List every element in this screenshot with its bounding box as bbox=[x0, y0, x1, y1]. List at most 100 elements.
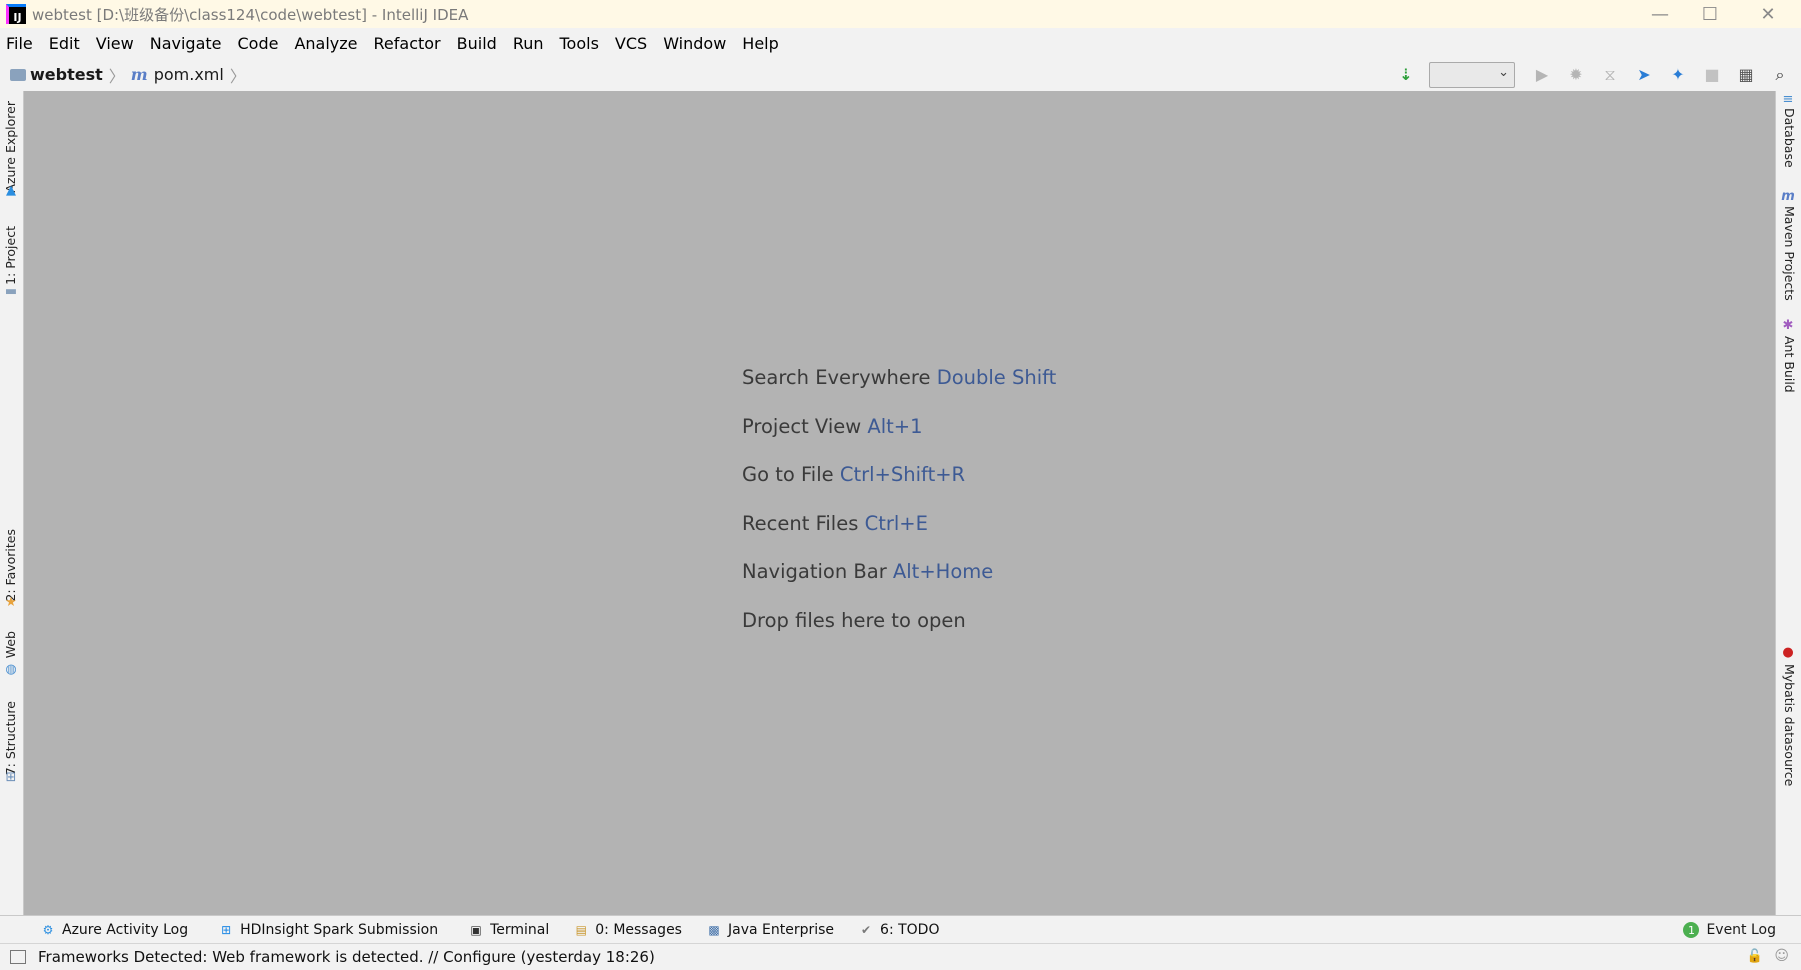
tool-event-log[interactable]: 1 Event Log bbox=[1683, 916, 1776, 944]
status-message[interactable]: Frameworks Detected: Web framework is de… bbox=[38, 948, 655, 966]
windows-icon: ⊞ bbox=[221, 923, 232, 937]
tab-azure-explorer[interactable]: Azure Explorer bbox=[3, 101, 18, 193]
star-icon: ★ bbox=[5, 594, 17, 610]
menu-help[interactable]: Help bbox=[734, 34, 786, 53]
intellij-logo-icon: IJ bbox=[6, 4, 26, 24]
tool-label: HDInsight Spark Submission bbox=[240, 922, 439, 938]
minimize-button[interactable]: — bbox=[1637, 0, 1683, 28]
web-globe-icon: ◍ bbox=[5, 661, 17, 677]
project-structure-icon[interactable]: ▦ bbox=[1733, 62, 1759, 88]
right-tool-strip: ≡ Database m Maven Projects ✱ Ant Build … bbox=[1775, 91, 1801, 915]
messages-icon: ▤ bbox=[575, 923, 587, 937]
menu-analyze[interactable]: Analyze bbox=[286, 34, 365, 53]
hint-search-everywhere: Search Everywhere Double Shift bbox=[742, 354, 1056, 403]
maven-icon: m bbox=[1781, 188, 1795, 204]
tool-windows-toggle-icon[interactable] bbox=[10, 950, 26, 964]
bottom-tool-bar: ⚙ Azure Activity Log ⊞ HDInsight Spark S… bbox=[0, 915, 1801, 944]
build-project-icon[interactable]: ⇣ bbox=[1393, 62, 1419, 88]
tab-database[interactable]: Database bbox=[1782, 108, 1797, 168]
java-enterprise-icon: ▩ bbox=[708, 923, 720, 937]
hector-inspector-icon[interactable]: ☺ bbox=[1774, 948, 1789, 964]
database-icon: ≡ bbox=[1782, 91, 1794, 107]
run-icon[interactable]: ▶ bbox=[1529, 62, 1555, 88]
editor-hints: Search Everywhere Double Shift Project V… bbox=[742, 354, 1056, 646]
event-log-badge: 1 bbox=[1683, 922, 1700, 938]
hint-text: Go to File bbox=[742, 463, 834, 487]
editor-empty-area[interactable]: Search Everywhere Double Shift Project V… bbox=[24, 91, 1775, 915]
menu-tools[interactable]: Tools bbox=[552, 34, 607, 53]
hint-project-view: Project View Alt+1 bbox=[742, 403, 1056, 452]
tool-label: Terminal bbox=[490, 922, 550, 938]
coverage-icon[interactable]: ⧖ bbox=[1597, 62, 1623, 88]
run-configuration-select[interactable]: ⌄ bbox=[1429, 61, 1515, 88]
breadcrumb-file[interactable]: pom.xml bbox=[154, 65, 224, 84]
tab-maven-projects[interactable]: Maven Projects bbox=[1782, 206, 1797, 301]
project-folder-icon bbox=[10, 68, 26, 81]
main-toolbar: ⇣ ⌄ ▶ ✹ ⧖ ➤ ✦ ■ ▦ ⌕ bbox=[1389, 58, 1801, 91]
window-title: webtest [D:\班级备份\class124\code\webtest] … bbox=[32, 5, 469, 24]
maximize-button[interactable]: ☐ bbox=[1687, 0, 1733, 28]
tab-web[interactable]: Web bbox=[3, 631, 18, 658]
menu-navigate[interactable]: Navigate bbox=[142, 34, 230, 53]
stop-icon[interactable]: ■ bbox=[1699, 62, 1725, 88]
breadcrumb: webtest 〉 m pom.xml 〉 bbox=[0, 63, 252, 87]
tool-java-enterprise[interactable]: ▩ Java Enterprise bbox=[706, 922, 834, 938]
azure-deploy-icon[interactable]: ➤ bbox=[1631, 62, 1657, 88]
search-icon[interactable]: ⌕ bbox=[1767, 62, 1793, 88]
tab-mybatis-datasource[interactable]: Mybatis datasource bbox=[1782, 664, 1797, 786]
hint-text: Project View bbox=[742, 414, 862, 438]
hint-text: Navigation Bar bbox=[742, 560, 887, 584]
tool-messages[interactable]: ▤ 0: Messages bbox=[573, 922, 682, 938]
debug-icon[interactable]: ✹ bbox=[1563, 62, 1589, 88]
hint-shortcut: Alt+1 bbox=[867, 414, 923, 438]
menu-vcs[interactable]: VCS bbox=[607, 34, 655, 53]
hint-text: Search Everywhere bbox=[742, 366, 931, 389]
azure-icon: ▲ bbox=[6, 182, 16, 198]
project-folder-icon: ▬ bbox=[4, 283, 18, 299]
hint-text: Recent Files bbox=[742, 511, 859, 535]
lock-icon[interactable]: 🔓 bbox=[1747, 949, 1763, 964]
menu-build[interactable]: Build bbox=[449, 34, 505, 53]
navigation-bar: webtest 〉 m pom.xml 〉 ⇣ ⌄ ▶ ✹ ⧖ ➤ ✦ ■ ▦ … bbox=[0, 58, 1801, 92]
hint-go-to-file: Go to File Ctrl+Shift+R bbox=[742, 451, 1056, 500]
menu-refactor[interactable]: Refactor bbox=[366, 34, 449, 53]
tab-ant-build[interactable]: Ant Build bbox=[1782, 336, 1797, 393]
tab-project[interactable]: 1: Project bbox=[3, 226, 18, 285]
breadcrumb-separator-icon: 〉 bbox=[229, 66, 246, 86]
close-button[interactable]: ✕ bbox=[1745, 0, 1791, 28]
breadcrumb-project[interactable]: webtest bbox=[30, 65, 103, 84]
tool-azure-activity-log[interactable]: ⚙ Azure Activity Log bbox=[40, 922, 189, 938]
ant-icon: ✱ bbox=[1782, 317, 1794, 333]
menu-view[interactable]: View bbox=[88, 34, 142, 53]
maven-file-icon: m bbox=[130, 65, 148, 84]
hint-shortcut: Ctrl+Shift+R bbox=[839, 463, 966, 487]
hint-shortcut: Double Shift bbox=[936, 366, 1057, 389]
tool-label: Java Enterprise bbox=[727, 922, 835, 938]
menu-run[interactable]: Run bbox=[505, 34, 552, 53]
title-bar: IJ webtest [D:\班级备份\class124\code\webtes… bbox=[0, 0, 1801, 28]
tool-terminal[interactable]: ▣ Terminal bbox=[468, 922, 549, 938]
tool-label: Event Log bbox=[1706, 922, 1776, 938]
tool-label: 6: TODO bbox=[880, 922, 940, 938]
left-tool-strip: Azure Explorer ▲ 1: Project ▬ 2: Favorit… bbox=[0, 91, 24, 915]
terminal-icon: ▣ bbox=[470, 923, 482, 937]
menu-code[interactable]: Code bbox=[230, 34, 287, 53]
hint-shortcut: Ctrl+E bbox=[864, 511, 928, 535]
tool-label: Azure Activity Log bbox=[62, 922, 189, 938]
breadcrumb-separator-icon: 〉 bbox=[108, 66, 125, 86]
chevron-down-icon: ⌄ bbox=[1498, 64, 1509, 80]
menu-edit[interactable]: Edit bbox=[41, 34, 88, 53]
mybatis-bird-icon: ● bbox=[1782, 644, 1794, 660]
hint-navigation-bar: Navigation Bar Alt+Home bbox=[742, 548, 1056, 597]
menu-window[interactable]: Window bbox=[655, 34, 734, 53]
attach-debugger-icon[interactable]: ✦ bbox=[1665, 62, 1691, 88]
hint-recent-files: Recent Files Ctrl+E bbox=[742, 500, 1056, 549]
hint-shortcut: Alt+Home bbox=[892, 560, 994, 584]
status-bar: Frameworks Detected: Web framework is de… bbox=[0, 943, 1801, 970]
tab-favorites[interactable]: 2: Favorites bbox=[3, 529, 18, 602]
menu-file[interactable]: File bbox=[0, 34, 41, 53]
tool-hdinsight-spark-submission[interactable]: ⊞ HDInsight Spark Submission bbox=[218, 922, 438, 938]
tool-todo[interactable]: ✔ 6: TODO bbox=[858, 922, 939, 938]
tab-structure[interactable]: 7: Structure bbox=[3, 701, 18, 775]
menu-bar: File Edit View Navigate Code Analyze Ref… bbox=[0, 28, 1801, 59]
